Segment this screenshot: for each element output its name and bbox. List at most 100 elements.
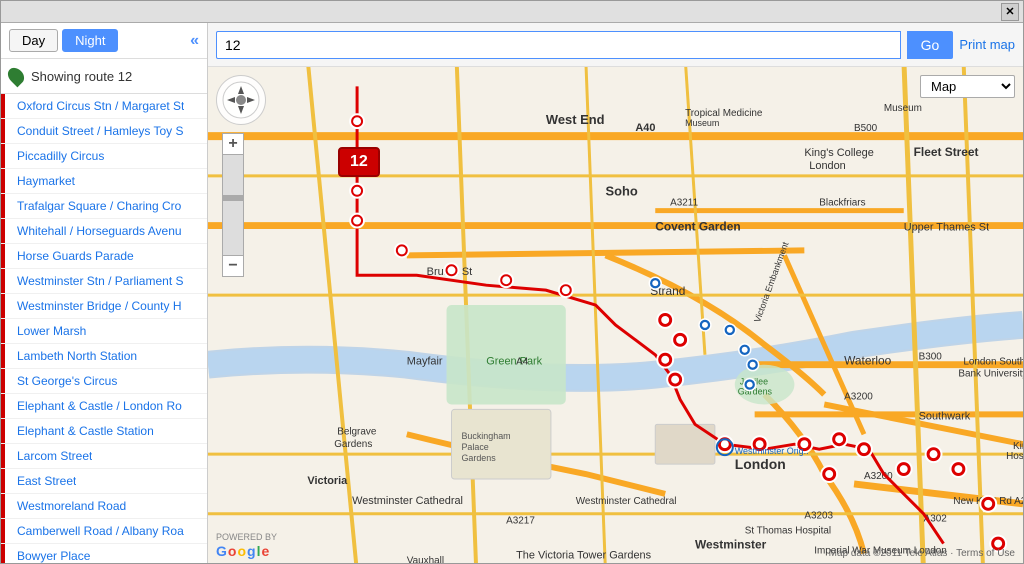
google-logo: POWERED BY Google (216, 532, 277, 559)
close-button[interactable]: ✕ (1001, 3, 1019, 21)
stop-name: Whitehall / Horseguards Avenu (9, 224, 182, 238)
go-button[interactable]: Go (907, 31, 954, 59)
stop-item[interactable]: Westmoreland Road (1, 494, 207, 519)
stop-item[interactable]: Whitehall / Horseguards Avenu (1, 219, 207, 244)
day-tab[interactable]: Day (9, 29, 58, 52)
route-header: Showing route 12 (1, 59, 207, 94)
stop-bar (1, 369, 5, 393)
svg-text:Fleet Street: Fleet Street (914, 145, 979, 159)
zoom-in-button[interactable]: + (222, 133, 244, 155)
stop-item[interactable]: Conduit Street / Hamleys Toy S (1, 119, 207, 144)
stop-bar (1, 244, 5, 268)
svg-text:The Victoria Tower Gardens: The Victoria Tower Gardens (516, 550, 652, 562)
stop-bar (1, 494, 5, 518)
svg-text:Gardens: Gardens (334, 439, 372, 450)
stop-bar (1, 269, 5, 293)
map-type-selector[interactable]: Map Satellite Terrain (920, 75, 1015, 98)
svg-text:Palace: Palace (461, 442, 488, 452)
stop-item[interactable]: Bowyer Place (1, 544, 207, 563)
title-bar: ✕ (1, 1, 1023, 23)
stop-item[interactable]: Elephant & Castle / London Ro (1, 394, 207, 419)
stop-bar (1, 544, 5, 563)
stop-bar (1, 144, 5, 168)
stop-name: Haymarket (9, 174, 75, 188)
stop-bar (1, 394, 5, 418)
route-pin-icon (5, 65, 28, 88)
stop-bar (1, 344, 5, 368)
svg-text:Green Park: Green Park (486, 356, 542, 368)
zoom-slider[interactable] (222, 155, 244, 255)
svg-text:A3203: A3203 (804, 511, 833, 522)
svg-text:London South: London South (963, 357, 1023, 368)
stop-bar (1, 94, 5, 118)
stop-bar (1, 319, 5, 343)
svg-text:B500: B500 (854, 123, 878, 134)
svg-text:Buckingham: Buckingham (461, 431, 510, 441)
stop-name: Piccadilly Circus (9, 149, 104, 163)
stop-name: Elephant & Castle Station (9, 424, 154, 438)
stop-bar (1, 194, 5, 218)
svg-text:Covent Garden: Covent Garden (655, 220, 740, 234)
svg-text:Blackfriars: Blackfriars (819, 198, 865, 209)
map-type-dropdown[interactable]: Map Satellite Terrain (920, 75, 1015, 98)
svg-text:London: London (735, 456, 786, 472)
stop-bar (1, 469, 5, 493)
svg-text:St Thomas Hospital: St Thomas Hospital (745, 526, 831, 537)
svg-text:A3217: A3217 (506, 516, 535, 527)
svg-text:A3200: A3200 (844, 391, 873, 402)
map-background: Green Park Jubilee Gardens Buckingham Pa… (208, 67, 1023, 563)
map-container[interactable]: Green Park Jubilee Gardens Buckingham Pa… (208, 67, 1023, 563)
stop-item[interactable]: Trafalgar Square / Charing Cro (1, 194, 207, 219)
stop-item[interactable]: Lower Marsh (1, 319, 207, 344)
stop-item[interactable]: Larcom Street (1, 444, 207, 469)
svg-text:Soho: Soho (606, 184, 638, 199)
stop-name: Oxford Circus Stn / Margaret St (9, 99, 184, 113)
map-navigation-control[interactable] (216, 75, 266, 125)
svg-text:Waterloo: Waterloo (844, 354, 892, 368)
route-search-input[interactable] (216, 31, 901, 59)
stop-name: Westmoreland Road (9, 499, 126, 513)
stops-list[interactable]: Oxford Circus Stn / Margaret St Conduit S… (1, 94, 207, 563)
stop-name: Camberwell Road / Albany Roa (9, 524, 184, 538)
stop-item[interactable]: Haymarket (1, 169, 207, 194)
svg-text:A3211: A3211 (670, 198, 698, 209)
collapse-button[interactable]: « (190, 32, 199, 50)
svg-text:London: London (809, 160, 845, 172)
route-title: Showing route 12 (31, 69, 132, 84)
svg-text:Victoria: Victoria (307, 475, 348, 487)
stop-item[interactable]: Oxford Circus Stn / Margaret St (1, 94, 207, 119)
stop-item[interactable]: Lambeth North Station (1, 344, 207, 369)
stop-name: Larcom Street (9, 449, 92, 463)
stop-item[interactable]: Piccadilly Circus (1, 144, 207, 169)
stop-name: Westminster Bridge / County H (9, 299, 182, 313)
stop-bar (1, 419, 5, 443)
stop-item[interactable]: Westminster Bridge / County H (1, 294, 207, 319)
stop-bar (1, 219, 5, 243)
print-map-link[interactable]: Print map (959, 37, 1015, 52)
stop-item[interactable]: Horse Guards Parade (1, 244, 207, 269)
svg-text:B300: B300 (919, 352, 943, 363)
stop-name: Lower Marsh (9, 324, 86, 338)
sidebar: Day Night « Showing route 12 Oxford Circ… (1, 23, 208, 563)
map-section: Go Print map (208, 23, 1023, 563)
map-svg: Green Park Jubilee Gardens Buckingham Pa… (208, 67, 1023, 563)
svg-text:Westminster Orig..: Westminster Orig.. (735, 446, 809, 456)
map-zoom-controls: + − (222, 133, 244, 277)
stop-item[interactable]: St George's Circus (1, 369, 207, 394)
zoom-thumb (223, 195, 243, 201)
svg-text:Bank University: Bank University (958, 369, 1023, 380)
stop-name: St George's Circus (9, 374, 117, 388)
svg-text:West End: West End (546, 112, 605, 127)
svg-text:Gardens: Gardens (461, 453, 496, 463)
night-tab[interactable]: Night (62, 29, 118, 52)
zoom-out-button[interactable]: − (222, 255, 244, 277)
stop-item[interactable]: Westminster Stn / Parliament S (1, 269, 207, 294)
stop-item[interactable]: East Street (1, 469, 207, 494)
map-toolbar: Go Print map (208, 23, 1023, 67)
svg-text:Westminster Cathedral: Westminster Cathedral (576, 496, 677, 507)
stop-item[interactable]: Elephant & Castle Station (1, 419, 207, 444)
svg-text:Museum: Museum (685, 118, 719, 128)
svg-text:Westminster: Westminster (695, 538, 767, 552)
stop-item[interactable]: Camberwell Road / Albany Roa (1, 519, 207, 544)
svg-text:Museum: Museum (884, 103, 922, 114)
